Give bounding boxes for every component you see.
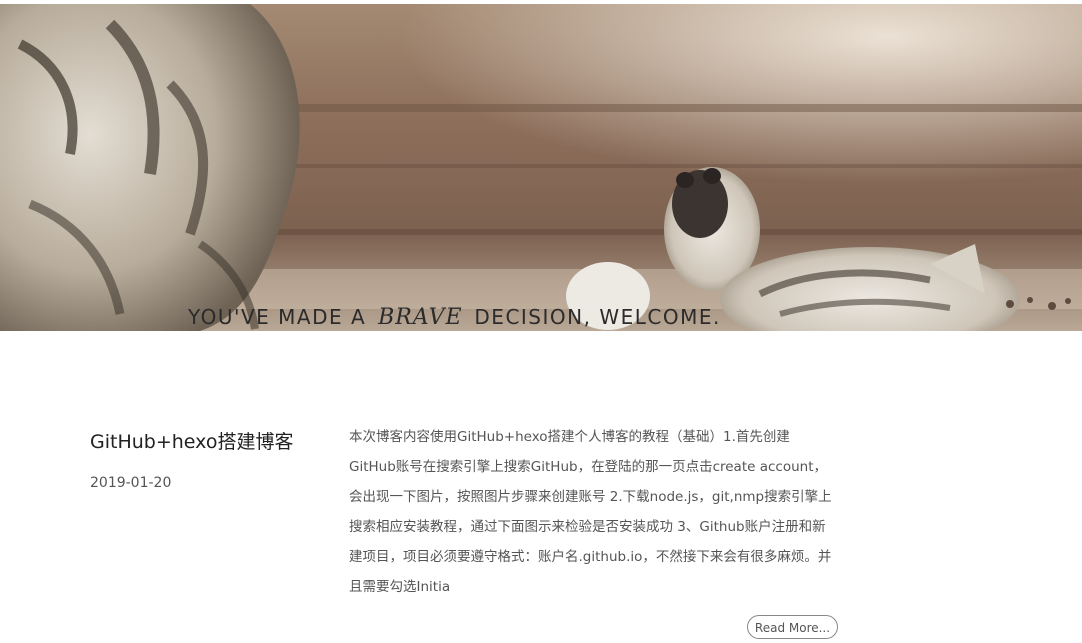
read-more-button[interactable]: Read More... [747,615,838,639]
post-date: 2019-01-20 [90,475,172,491]
tagline-before: YOU'VE MADE A [188,305,367,329]
post-title-link[interactable]: GitHub+hexo搭建博客 [90,427,293,454]
post-list-item: GitHub+hexo搭建博客 2019-01-20 本次博客内容使用GitHu… [0,331,1082,643]
post-excerpt: 本次博客内容使用GitHub+hexo搭建个人博客的教程（基础）1.首先创建Gi… [349,429,832,595]
tagline-emphasis: BRAVE [378,305,463,330]
hero-banner: YOU'VE MADE A BRAVE DECISION, WELCOME. [0,4,1082,331]
hero-image [0,4,1082,331]
tagline-after: DECISION, WELCOME. [474,305,721,329]
hero-tagline: YOU'VE MADE A BRAVE DECISION, WELCOME. [188,302,721,331]
page: YOU'VE MADE A BRAVE DECISION, WELCOME. G… [0,0,1082,643]
